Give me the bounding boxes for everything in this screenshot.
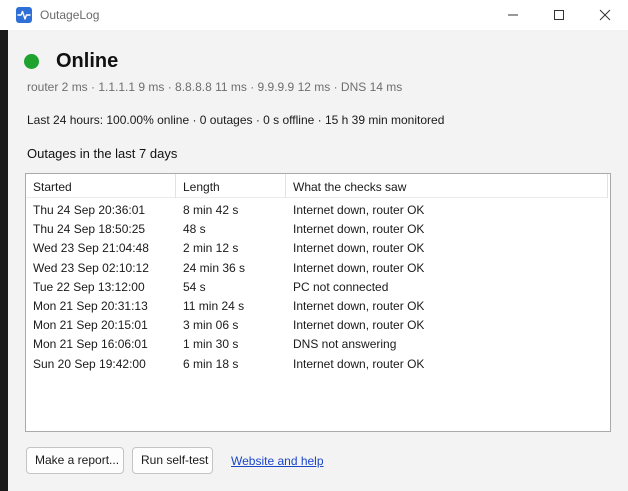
cell-started: Sun 20 Sep 19:42:00	[33, 356, 146, 371]
run-self-test-button[interactable]: Run self-test	[132, 447, 213, 474]
list-item[interactable]: Mon 21 Sep 20:31:13 11 min 24 s Internet d…	[26, 297, 608, 316]
cell-started: Tue 22 Sep 13:12:00	[33, 279, 145, 294]
summary-text: Last 24 hours: 100.00% online · 0 outage…	[27, 113, 445, 127]
cell-length: 48 s	[183, 222, 206, 237]
status-indicator	[24, 54, 39, 69]
app-window: OutageLog Online router 2 ms · 1.1.1.1 9…	[0, 0, 628, 491]
cell-length: 1 min 30 s	[183, 337, 239, 352]
minimize-icon	[508, 14, 518, 16]
list-item[interactable]: Wed 23 Sep 21:04:48 2 min 12 s Internet do…	[26, 239, 608, 258]
cell-length: 2 min 12 s	[183, 241, 239, 256]
close-icon	[599, 9, 611, 21]
close-button[interactable]	[582, 0, 628, 30]
outages-heading: Outages in the last 7 days	[27, 146, 178, 161]
list-item[interactable]: Sun 20 Sep 19:42:00 6 min 18 s Internet do…	[26, 355, 608, 374]
cell-started: Mon 21 Sep 16:06:01	[33, 337, 148, 352]
cell-started: Thu 24 Sep 20:36:01	[33, 203, 146, 217]
list-rows: Thu 24 Sep 20:36:01 8 min 42 s Internet do…	[26, 201, 608, 374]
list-item[interactable]: Thu 24 Sep 20:36:01 8 min 42 s Internet do…	[26, 201, 608, 220]
list-header: Started Length What the checks saw	[26, 174, 608, 198]
cell-checks: Internet down, router OK	[293, 203, 425, 217]
cell-checks: DNS not answering	[293, 337, 397, 352]
cell-checks: Internet down, router OK	[293, 298, 425, 313]
cell-started: Mon 21 Sep 20:31:13	[33, 298, 148, 313]
cell-checks: Internet down, router OK	[293, 222, 425, 237]
outage-list[interactable]: Started Length What the checks saw Thu 2…	[25, 173, 611, 432]
status-label: Online	[56, 50, 119, 72]
cell-length: 54 s	[183, 279, 206, 294]
cell-length: 8 min 42 s	[183, 203, 239, 217]
list-item[interactable]: Wed 23 Sep 02:10:12 24 min 36 s Internet d…	[26, 259, 608, 278]
cell-checks: PC not connected	[293, 279, 389, 294]
cell-length: 11 min 24 s	[183, 298, 245, 313]
maximize-icon	[554, 10, 564, 20]
maximize-button[interactable]	[536, 0, 582, 30]
column-header-length[interactable]: Length	[176, 174, 286, 198]
pulse-icon	[16, 7, 32, 23]
cell-checks: Internet down, router OK	[293, 318, 425, 333]
list-item[interactable]: Mon 21 Sep 16:06:01 1 min 30 s DNS not ans…	[26, 335, 608, 354]
cell-started: Wed 23 Sep 02:10:12	[33, 260, 149, 275]
cell-length: 24 min 36 s	[183, 260, 246, 275]
cell-checks: Internet down, router OK	[293, 356, 425, 371]
cell-checks: Internet down, router OK	[293, 241, 425, 256]
cell-length: 6 min 18 s	[183, 356, 239, 371]
minimize-button[interactable]	[490, 0, 536, 30]
list-item[interactable]: Thu 24 Sep 18:50:25 48 s Internet down, ro…	[26, 220, 608, 239]
cell-started: Wed 23 Sep 21:04:48	[33, 241, 149, 256]
cell-started: Thu 24 Sep 18:50:25	[33, 222, 146, 237]
cell-length: 3 min 06 s	[183, 318, 239, 333]
window-edge	[0, 30, 8, 491]
list-item[interactable]: Tue 22 Sep 13:12:00 54 s PC not connected	[26, 278, 608, 297]
website-help-link[interactable]: Website and help	[231, 454, 324, 468]
column-header-checks[interactable]: What the checks saw	[286, 174, 608, 198]
make-report-button[interactable]: Make a report...	[26, 447, 124, 474]
ping-times: router 2 ms · 1.1.1.1 9 ms · 8.8.8.8 11 …	[27, 80, 403, 94]
title-bar: OutageLog	[0, 0, 628, 30]
window-title: OutageLog	[40, 8, 100, 22]
list-item[interactable]: Mon 21 Sep 20:15:01 3 min 06 s Internet do…	[26, 316, 608, 335]
cell-started: Mon 21 Sep 20:15:01	[33, 318, 148, 333]
cell-checks: Internet down, router OK	[293, 260, 425, 275]
column-header-started[interactable]: Started	[26, 174, 176, 198]
